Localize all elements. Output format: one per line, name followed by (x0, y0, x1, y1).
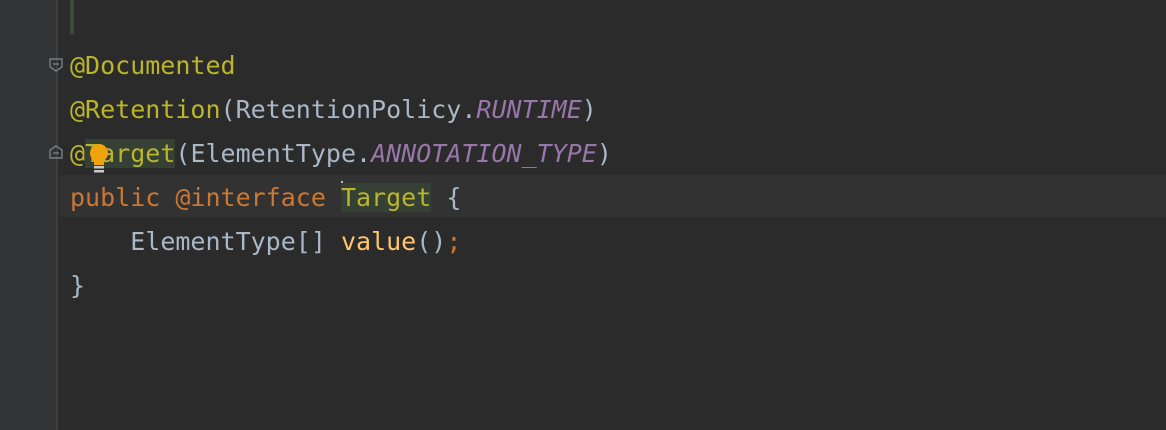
constant-token: ANNOTATION_TYPE (371, 139, 597, 168)
lightbulb-icon[interactable] (88, 142, 110, 174)
code-line: @Documented (70, 44, 612, 88)
code-line: public @interface Target { (70, 181, 462, 212)
code-editor[interactable]: @Documented @Retention(RetentionPolicy.RU… (0, 0, 1166, 430)
annotation-token: @Documented (70, 51, 236, 80)
change-marker[interactable] (70, 0, 74, 34)
code-line: } (70, 271, 86, 300)
code-text[interactable]: @Documented @Retention(RetentionPolicy.RU… (70, 44, 612, 308)
type-token: ElementType[] (130, 227, 326, 256)
fold-icon[interactable] (49, 58, 63, 72)
code-line: ElementType[] value(); (130, 227, 462, 256)
code-line: @Retention(RetentionPolicy.RUNTIME) (70, 95, 597, 124)
type-token: RetentionPolicy (235, 95, 462, 124)
type-token: ElementType (190, 139, 357, 168)
keyword-token: @interface (175, 183, 326, 212)
keyword-token: public (70, 183, 161, 212)
fold-icon[interactable] (49, 145, 63, 159)
annotation-token: @Retention (70, 95, 221, 124)
method-token: value (340, 227, 417, 256)
code-line: @Target(ElementType.ANNOTATION_TYPE) (70, 139, 612, 168)
constant-token: RUNTIME (476, 95, 582, 124)
interface-name-token: Target (340, 183, 432, 212)
